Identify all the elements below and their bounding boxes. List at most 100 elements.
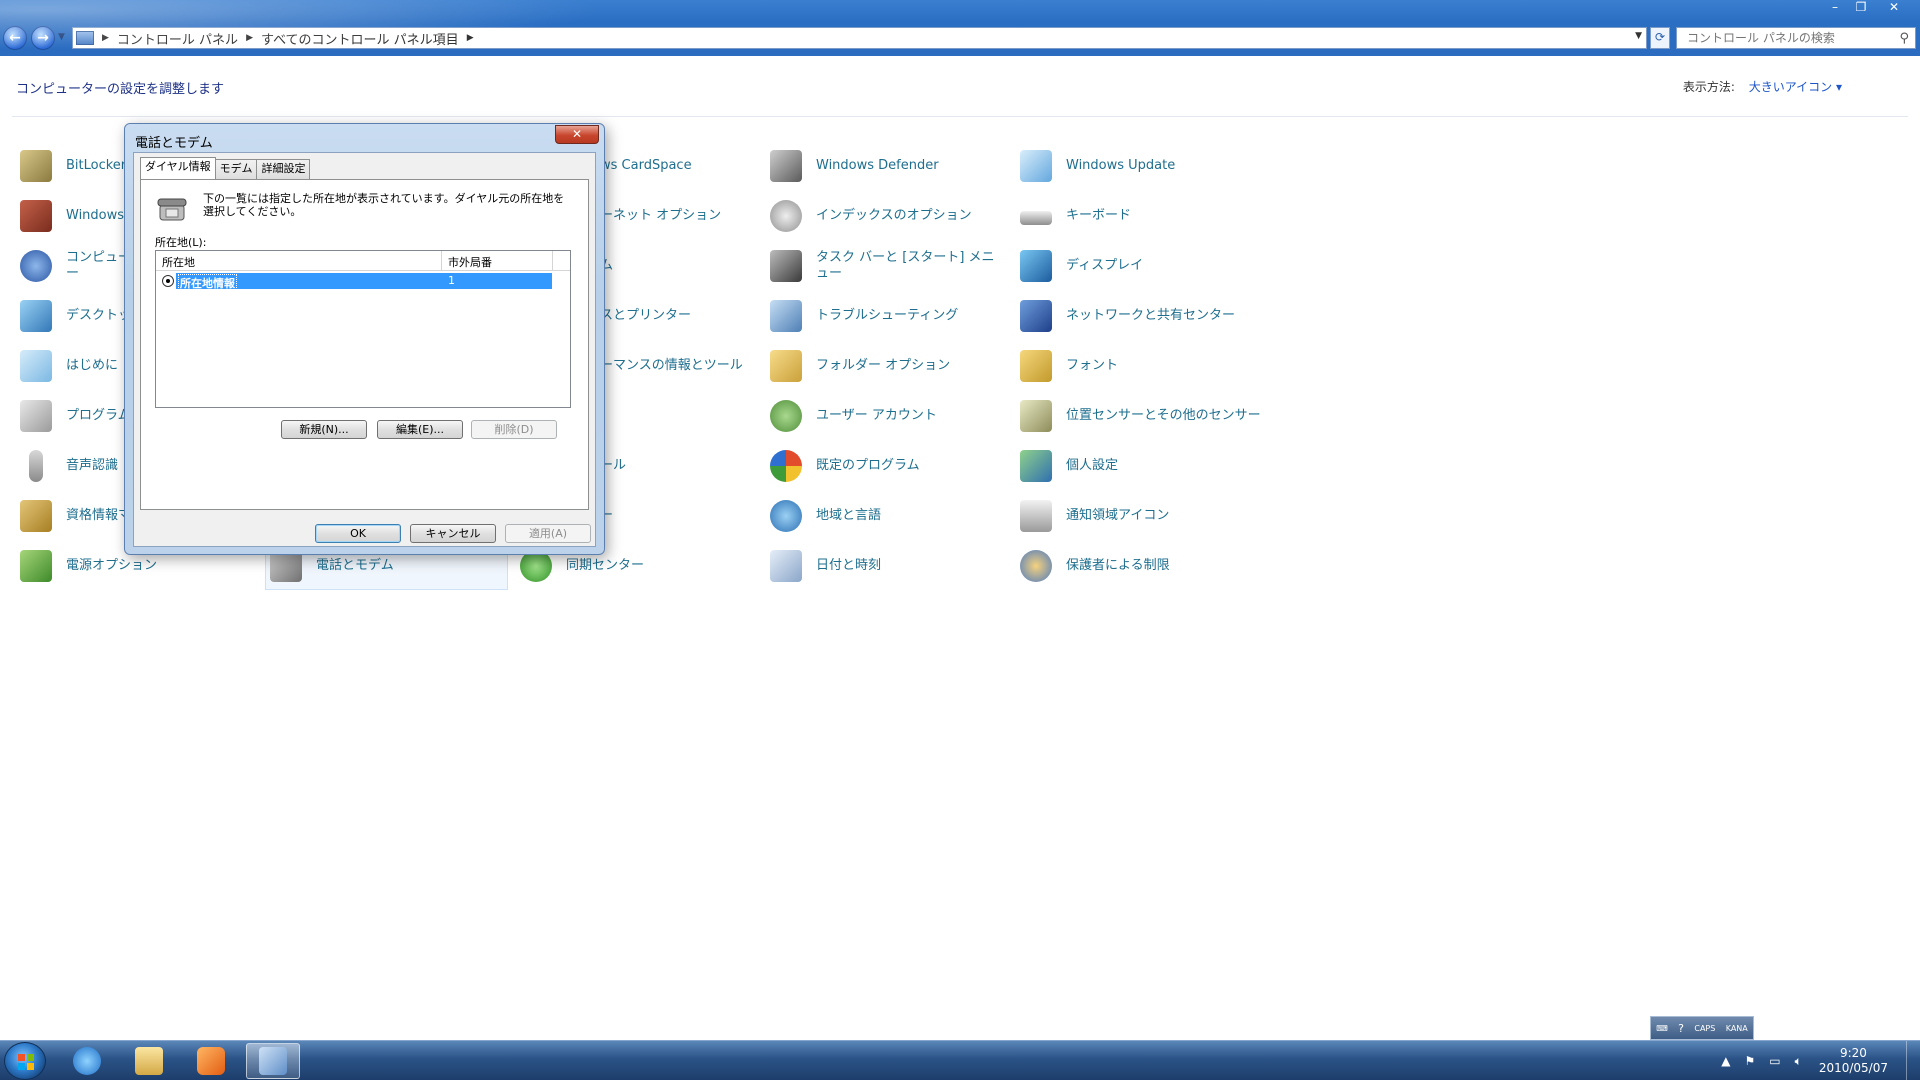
show-hidden-icons-icon[interactable]: ▲ — [1721, 1054, 1730, 1068]
family-icon — [1020, 550, 1052, 582]
microphone-icon — [29, 450, 43, 482]
globe-icon — [770, 500, 802, 532]
search-input[interactable] — [1687, 31, 1887, 45]
breadcrumb-all-items[interactable]: すべてのコントロール パネル項目 — [261, 29, 459, 48]
view-by: 表示方法: 大きいアイコン ▾ — [1683, 78, 1842, 95]
cp-item-notification-icons[interactable]: 通知領域アイコン — [1016, 492, 1286, 540]
telephone-icon — [157, 198, 187, 221]
dialog-close-button[interactable]: ✕ — [555, 125, 599, 144]
tab-advanced[interactable]: 詳細設定 — [256, 159, 311, 179]
cp-item-indexing-options[interactable]: インデックスのオプション — [766, 192, 1006, 240]
location-name: 所在地情報 — [178, 274, 237, 292]
notification-area: ▲ ⚑ ▭ 🔈︎ 9:20 2010/05/07 — [1714, 1041, 1920, 1080]
column-separator[interactable] — [552, 251, 553, 271]
cp-item-personalization[interactable]: 個人設定 — [1016, 442, 1286, 490]
sensor-icon — [1020, 400, 1052, 432]
show-desktop-button[interactable] — [1906, 1041, 1920, 1080]
cp-item-partial-b[interactable]: ー — [600, 492, 750, 540]
cp-item-default-programs[interactable]: 既定のプログラム — [766, 442, 1006, 490]
address-bar[interactable]: ▶ コントロール パネル ▶ すべてのコントロール パネル項目 ▶ ▼ — [72, 27, 1647, 49]
view-by-label: 表示方法: — [1682, 80, 1735, 94]
edit-location-button[interactable]: 編集(E)... — [377, 420, 463, 439]
search-icon[interactable]: ⚲ — [1899, 31, 1909, 46]
recent-pages-dropdown[interactable]: ▼ — [58, 32, 65, 42]
tab-modems[interactable]: モデム — [214, 159, 258, 179]
network-icon[interactable]: ▭ — [1769, 1054, 1780, 1068]
firewall-icon — [20, 200, 52, 232]
cp-item-windows-defender[interactable]: Windows Defender — [766, 142, 1006, 190]
taskbar-internet-explorer[interactable] — [60, 1043, 114, 1079]
notification-icon — [1020, 500, 1052, 532]
taskbar-control-panel[interactable] — [246, 1043, 300, 1079]
cp-item-date-time[interactable]: 日付と時刻 — [766, 542, 1006, 590]
desktop-icon — [20, 300, 52, 332]
phone-modem-dialog: 電話とモデム ✕ ダイヤル情報 モデム 詳細設定 下の一覧には指定した所在地が表… — [124, 123, 605, 555]
location-area-code: 1 — [448, 274, 455, 287]
cp-item-internet-options[interactable]: ーネット オプション — [600, 192, 750, 240]
minimize-button[interactable]: – — [1822, 0, 1848, 17]
taskbar-media-player[interactable] — [184, 1043, 238, 1079]
cp-item-network-sharing[interactable]: ネットワークと共有センター — [1016, 292, 1286, 340]
list-item[interactable]: 所在地情報 1 — [162, 273, 558, 292]
selected-location-radio[interactable] — [162, 275, 174, 287]
search-box[interactable]: ⚲ — [1676, 27, 1916, 49]
action-center-flag-icon[interactable]: ⚑ — [1745, 1054, 1756, 1068]
cp-item-cardspace[interactable]: ws CardSpace — [600, 142, 750, 190]
taskbar-explorer[interactable] — [122, 1043, 176, 1079]
clock[interactable]: 9:20 2010/05/07 — [1819, 1046, 1888, 1076]
cp-item-troubleshooting[interactable]: トラブルシューティング — [766, 292, 1006, 340]
language-bar[interactable]: ⌨ ? CAPS KANA — [1650, 1016, 1754, 1040]
view-by-dropdown[interactable]: 大きいアイコン ▾ — [1749, 80, 1842, 94]
update-icon — [1020, 150, 1052, 182]
back-button[interactable]: ← — [3, 26, 27, 50]
tab-panel: 下の一覧には指定した所在地が表示されています。ダイヤル元の所在地を選択してくださ… — [140, 179, 589, 510]
volume-icon[interactable]: 🔈︎ — [1795, 1054, 1802, 1069]
window-controls: – ❐ ✕ — [1822, 0, 1914, 17]
cp-item-display[interactable]: ディスプレイ — [1016, 242, 1286, 290]
cp-item-parental-controls[interactable]: 保護者による制限 — [1016, 542, 1286, 590]
cp-item-windows-update[interactable]: Windows Update — [1016, 142, 1286, 190]
cp-item-region-language[interactable]: 地域と言語 — [766, 492, 1006, 540]
chevron-right-icon[interactable]: ▶ — [102, 33, 109, 43]
cp-item-location-sensors[interactable]: 位置センサーとその他のセンサー — [1016, 392, 1306, 440]
column-location[interactable]: 所在地 — [162, 254, 195, 270]
chevron-down-icon[interactable]: ▼ — [1635, 31, 1642, 41]
forward-button[interactable]: → — [31, 26, 55, 50]
delete-location-button[interactable]: 削除(D) — [471, 420, 557, 439]
cp-item-keyboard[interactable]: キーボード — [1016, 192, 1286, 240]
column-separator[interactable] — [441, 251, 442, 271]
refresh-button[interactable]: ⟳ — [1650, 27, 1670, 49]
chevron-right-icon[interactable]: ▶ — [246, 33, 253, 43]
cp-item-taskbar-start[interactable]: タスク バーと [スタート] メニュー — [766, 242, 1006, 290]
caps-indicator: CAPS — [1694, 1023, 1716, 1033]
help-icon[interactable]: ? — [1678, 1022, 1684, 1035]
cp-item-partial-a[interactable]: ール — [600, 442, 750, 490]
cancel-button[interactable]: キャンセル — [410, 524, 496, 543]
folder-icon — [135, 1047, 163, 1075]
key-icon — [20, 150, 52, 182]
maximize-button[interactable]: ❐ — [1848, 0, 1874, 17]
gear-icon — [20, 250, 52, 282]
tab-dialing-rules[interactable]: ダイヤル情報 — [140, 157, 216, 179]
cp-item-user-accounts[interactable]: ユーザー アカウント — [766, 392, 1006, 440]
close-button[interactable]: ✕ — [1874, 0, 1914, 17]
ok-button[interactable]: OK — [315, 524, 401, 543]
cp-item-performance[interactable]: ーマンスの情報とツール — [600, 342, 750, 390]
ime-icon[interactable]: ⌨ — [1656, 1024, 1668, 1033]
breadcrumb-control-panel[interactable]: コントロール パネル — [117, 29, 238, 48]
cp-item-fonts[interactable]: フォント — [1016, 342, 1286, 390]
locations-label: 所在地(L): — [155, 236, 207, 249]
start-button[interactable] — [4, 1042, 46, 1080]
control-panel-icon — [76, 31, 94, 45]
network-icon — [1020, 300, 1052, 332]
monitor-icon — [1020, 250, 1052, 282]
column-area-code[interactable]: 市外局番 — [448, 254, 492, 270]
chevron-right-icon[interactable]: ▶ — [467, 33, 474, 43]
cp-item-system[interactable]: ム — [600, 242, 750, 290]
apply-button[interactable]: 適用(A) — [505, 524, 591, 543]
new-location-button[interactable]: 新規(N)... — [281, 420, 367, 439]
cp-item-folder-options[interactable]: フォルダー オプション — [766, 342, 1006, 390]
locations-list[interactable]: 所在地 市外局番 所在地情報 1 — [155, 250, 571, 408]
cp-item-devices-printers[interactable]: スとプリンター — [600, 292, 750, 340]
kana-indicator: KANA — [1725, 1023, 1748, 1033]
